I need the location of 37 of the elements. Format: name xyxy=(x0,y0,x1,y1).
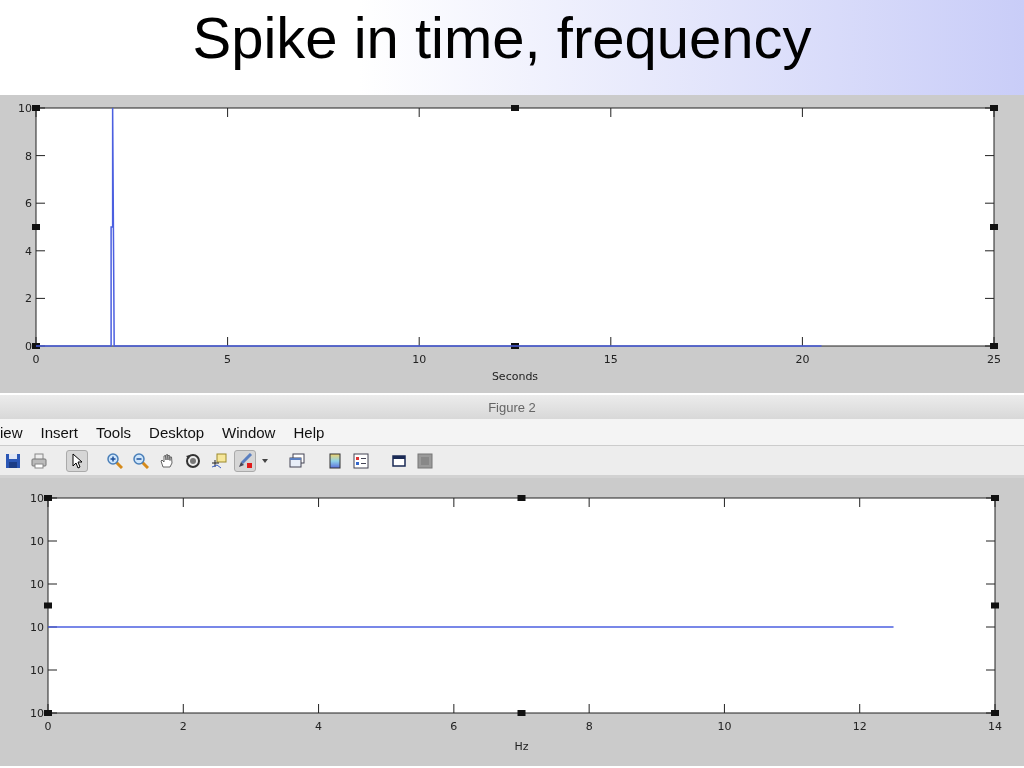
menu-item[interactable]: iew xyxy=(0,421,32,443)
slide-title: Spike in time, frequency xyxy=(192,4,812,71)
y-tick-label: 10 xyxy=(30,492,44,505)
y-tick-label: 10 xyxy=(30,621,44,634)
x-tick-label: 0 xyxy=(44,720,52,733)
y-tick-label: 8 xyxy=(25,149,32,163)
y-tick-label: 10 xyxy=(30,535,44,548)
menu-item[interactable]: Desktop xyxy=(140,421,214,443)
y-tick-label: 0 xyxy=(25,340,32,353)
x-tick-label: 4 xyxy=(315,720,323,733)
y-tick-label: 2 xyxy=(25,292,32,306)
y-tick-label: 6 xyxy=(25,197,32,211)
x-axis-label: Hz xyxy=(514,740,529,753)
x-tick-label: 8 xyxy=(585,720,593,733)
brush-icon[interactable] xyxy=(234,449,256,472)
x-tick-label: 14 xyxy=(988,720,1002,733)
y-tick-label: 4 xyxy=(25,244,32,258)
x-tick-label: 12 xyxy=(852,720,867,733)
y-tick-label: 10 xyxy=(30,664,44,677)
menu-item[interactable]: Insert xyxy=(31,421,88,443)
x-tick-label: 10 xyxy=(412,353,427,366)
menu-item[interactable]: Tools xyxy=(87,421,141,443)
window-title: Figure 2 xyxy=(488,399,536,415)
y-tick-label: 10 xyxy=(30,707,44,720)
x-tick-label: 6 xyxy=(450,720,458,733)
x-tick-label: 2 xyxy=(179,720,187,733)
x-tick-label: 0 xyxy=(32,353,40,366)
y-tick-label: 10 xyxy=(18,102,32,115)
y-tick-label: 10 xyxy=(30,578,44,591)
x-tick-label: 10 xyxy=(717,720,732,733)
x-tick-label: 25 xyxy=(987,353,1001,366)
menu-item[interactable]: Window xyxy=(213,421,285,443)
x-tick-label: 5 xyxy=(224,353,232,366)
x-tick-label: 20 xyxy=(795,353,810,366)
x-tick-label: 15 xyxy=(603,353,618,366)
menu-item[interactable]: Help xyxy=(284,421,334,443)
x-axis-label: Seconds xyxy=(491,370,539,383)
